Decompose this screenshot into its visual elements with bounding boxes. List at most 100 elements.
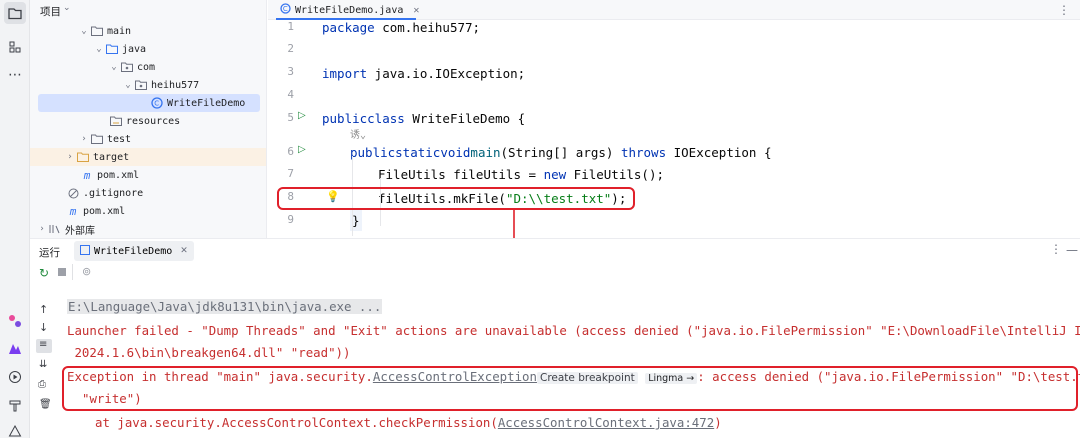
class-icon: C <box>150 97 164 109</box>
project-panel-title: 项目 <box>40 6 61 18</box>
problems-button[interactable] <box>4 420 26 438</box>
tree-node-external-libraries[interactable]: › 外部库 <box>30 220 266 238</box>
inlay-hint[interactable]: 诱⌄ <box>350 125 366 141</box>
run-config-label: WriteFileDemo <box>94 245 173 257</box>
editor-tab-label: WriteFileDemo.java <box>295 4 404 16</box>
svg-text:C: C <box>283 5 288 13</box>
chevron-right-icon: › <box>67 152 73 162</box>
maven-icon: m <box>83 168 91 182</box>
tree-label: .gitignore <box>83 187 144 199</box>
project-panel: 项目 ⌄ ⌄ main ⌄ java ⌄ com ⌄ heihu577 C Wr… <box>30 0 267 238</box>
more-vertical-icon[interactable]: ⋮ <box>1050 242 1062 256</box>
tree-node-java[interactable]: ⌄ java <box>30 40 266 58</box>
tree-node-pom[interactable]: m pom.xml <box>30 202 266 220</box>
line-number: 7 <box>287 167 294 180</box>
minimize-icon[interactable]: — <box>1066 243 1078 257</box>
stop-icon[interactable] <box>58 268 66 276</box>
tree-node-pom-target[interactable]: m pom.xml <box>30 166 266 184</box>
plugin-icon <box>9 315 21 327</box>
class-icon: C <box>280 3 291 17</box>
warning-icon <box>8 424 22 437</box>
tree-node-gitignore[interactable]: .gitignore <box>30 184 266 202</box>
console-error-line: Launcher failed - "Dump Threads" and "Ex… <box>67 323 1080 338</box>
run-gutter-icon[interactable]: ▷ <box>298 144 306 155</box>
tree-node-heihu577[interactable]: ⌄ heihu577 <box>30 76 266 94</box>
terminal-button[interactable] <box>4 394 26 416</box>
project-tool-button[interactable] <box>4 2 26 24</box>
run-gutter-icon[interactable]: ▷ <box>298 110 306 121</box>
project-panel-header[interactable]: 项目 ⌄ <box>30 0 266 22</box>
tree-label: heihu577 <box>151 79 200 91</box>
application-icon <box>80 244 90 258</box>
stack-frame-link[interactable]: AccessControlContext.java:472 <box>498 415 714 430</box>
svg-text:C: C <box>154 100 159 108</box>
more-tools-button[interactable]: ⋯ <box>4 64 26 86</box>
plugin-button[interactable] <box>4 310 26 332</box>
source-folder-icon <box>105 43 119 55</box>
code-line-7: FileUtils fileUtils = new FileUtils(); <box>378 166 664 182</box>
close-icon[interactable]: ✕ <box>413 5 419 16</box>
tree-label: resources <box>126 115 181 127</box>
close-icon[interactable]: ✕ <box>180 246 188 256</box>
hammer-icon <box>9 400 21 412</box>
tree-node-resources[interactable]: resources <box>30 112 266 130</box>
run-panel-header: 运行 WriteFileDemo ✕ ⋮ — <box>30 239 1080 263</box>
arrow-down-icon[interactable]: ↓ <box>39 321 48 334</box>
run-config-tab[interactable]: WriteFileDemo ✕ <box>74 241 194 261</box>
console-stack-frame: at java.security.AccessControlContext.ch… <box>95 415 722 430</box>
tree-node-writefiledemo[interactable]: C WriteFileDemo <box>38 94 260 112</box>
tree-node-main[interactable]: ⌄ main <box>30 22 266 40</box>
code-editor[interactable]: 1 2 3 4 5 6 7 8 9 ▷ ▷ package com.heihu5… <box>268 20 1080 238</box>
code-line-6: public static void main (String[] args) t… <box>350 144 772 160</box>
run-panel-title: 运行 <box>39 247 60 259</box>
line-number: 3 <box>287 65 294 78</box>
console-side-toolbar: ↑ ↓ ≡ ⇊ ⎙ 🗑 <box>30 285 58 438</box>
line-number: 6 <box>287 145 294 158</box>
code-line-1: package com.heihu577; <box>322 19 481 35</box>
tree-label: target <box>93 151 130 163</box>
code-line-3: import java.io.IOException; <box>322 65 526 81</box>
console-error-line: 2024.1.6\bin\breakgen64.dll" "read")) <box>67 345 351 360</box>
tree-label: com <box>137 61 156 73</box>
scroll-to-end-icon[interactable]: ⇊ <box>39 359 47 370</box>
folder-icon <box>90 25 104 37</box>
package-icon <box>134 79 148 91</box>
services-button[interactable] <box>4 366 26 388</box>
structure-tool-button[interactable] <box>4 36 26 58</box>
ignore-file-icon <box>66 187 80 199</box>
line-number: 5 <box>287 111 294 124</box>
lingma-button[interactable] <box>4 338 26 360</box>
folder-icon <box>8 8 22 20</box>
more-vertical-icon[interactable]: ⋮ <box>1058 3 1070 17</box>
maven-icon: m <box>69 204 77 218</box>
tree-label: test <box>107 133 132 145</box>
library-icon <box>48 223 62 235</box>
trash-icon[interactable]: 🗑 <box>39 399 52 410</box>
tree-label: pom.xml <box>83 205 126 217</box>
chevron-right-icon: › <box>39 224 45 234</box>
rerun-icon[interactable]: ↻ <box>39 266 49 280</box>
tree-node-com[interactable]: ⌄ com <box>30 58 266 76</box>
soft-wrap-icon: ≡ <box>39 339 48 350</box>
console-command-line[interactable]: E:\Language\Java\jdk8u131\bin\java.exe .… <box>67 299 383 314</box>
lingma-icon <box>9 344 21 354</box>
tree-node-target[interactable]: › target <box>30 148 266 166</box>
line-number: 1 <box>287 20 294 33</box>
tree-node-test[interactable]: › test <box>30 130 266 148</box>
tree-label: WriteFileDemo <box>167 97 246 109</box>
annotation-highlight-box <box>62 366 1078 411</box>
chevron-down-icon: ⌄ <box>96 44 102 54</box>
chevron-down-icon: ⌄ <box>81 26 87 36</box>
arrow-up-icon[interactable]: ↑ <box>39 303 48 316</box>
tree-label: main <box>107 25 132 37</box>
folder-icon <box>90 133 104 145</box>
chevron-right-icon: › <box>81 134 87 144</box>
tree-label: pom.xml <box>97 169 140 181</box>
excluded-folder-icon <box>76 151 90 163</box>
print-icon[interactable]: ⎙ <box>38 379 46 390</box>
chevron-down-icon: ⌄ <box>63 3 71 13</box>
line-number: 9 <box>287 213 294 226</box>
toolbar-separator <box>72 264 73 280</box>
camera-icon[interactable]: ⊚ <box>82 265 91 278</box>
package-icon <box>120 61 134 73</box>
